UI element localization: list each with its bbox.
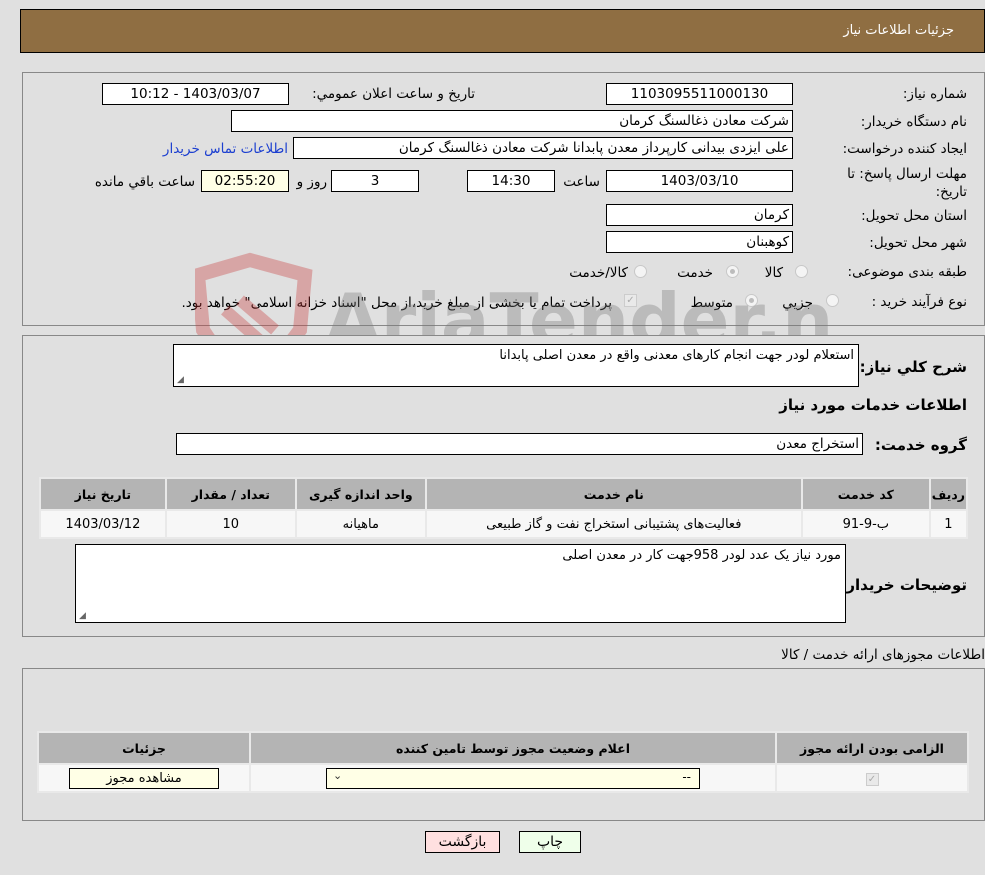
col-row-number: ردیف xyxy=(928,477,969,511)
process-radio-minor[interactable] xyxy=(826,294,839,307)
process-radio-medium[interactable] xyxy=(745,294,758,307)
general-description-text: استعلام لودر جهت انجام کارهای معدنی واقع… xyxy=(499,348,854,363)
col-permit-details: جزئیات xyxy=(37,731,251,765)
col-unit: واحد اندازه گیری xyxy=(294,477,427,511)
col-service-code: کد خدمت xyxy=(800,477,931,511)
city-label: شهر محل تحویل: xyxy=(869,235,967,251)
deadline-label-line1: مهلت ارسال پاسخ: تا xyxy=(847,166,967,182)
service-group-label: گروه خدمت: xyxy=(874,436,967,454)
province-field: کرمان xyxy=(606,204,793,226)
treasury-note: پرداخت تمام یا بخشی از مبلغ خرید،از محل … xyxy=(181,295,612,311)
general-description-label: شرح کلي نياز: xyxy=(859,358,967,376)
service-group-field: استخراج معدن xyxy=(176,433,863,455)
process-label: نوع فرآیند خرید : xyxy=(871,294,967,310)
deadline-time-field: 14:30 xyxy=(467,170,555,192)
col-quantity: تعداد / مقدار xyxy=(164,477,297,511)
deadline-label-line2: تاریخ: xyxy=(935,184,967,200)
cell-permit-status: -- ⌄ xyxy=(249,763,777,793)
announce-label: تاریخ و ساعت اعلان عمومي: xyxy=(312,86,475,102)
services-table: ردیف کد خدمت نام خدمت واحد اندازه گیری ت… xyxy=(39,477,969,539)
deadline-date-field: 1403/03/10 xyxy=(606,170,793,192)
permit-status-select[interactable]: -- ⌄ xyxy=(326,767,700,789)
cell-service-code: ب-9-91 xyxy=(800,509,931,539)
page-header: جزئيات اطلاعات نياز xyxy=(20,9,985,53)
table-row: 1 ب-9-91 فعالیت‌های پشتیبانی استخراج نفت… xyxy=(39,509,969,539)
creator-field: علی ایزدی بیدانی کارپرداز معدن پابدانا ش… xyxy=(293,137,793,159)
table-row: ✓ -- ⌄ مشاهده مجوز xyxy=(37,763,969,793)
services-section-title: اطلاعات خدمات مورد نیاز xyxy=(779,396,967,414)
permit-required-checkbox[interactable]: ✓ xyxy=(865,772,879,786)
cell-unit: ماهیانه xyxy=(294,509,427,539)
permits-table-header: الزامی بودن ارائه مجوز اعلام وضعیت مجوز … xyxy=(37,731,969,765)
resize-grip-icon[interactable]: ◢ xyxy=(177,375,184,385)
process-option-minor: جزيي xyxy=(782,295,813,311)
need-number-field: 1103095511000130 xyxy=(606,83,793,105)
cell-row-number: 1 xyxy=(928,509,969,539)
cell-permit-required: ✓ xyxy=(775,763,969,793)
buyer-org-field: شرکت معادن ذغالسنگ کرمان xyxy=(231,110,793,132)
creator-label: ایجاد کننده درخواست: xyxy=(842,141,967,157)
buyer-org-label: نام دستگاه خریدار: xyxy=(860,114,967,130)
category-option-goods-service: کالا/خدمت xyxy=(569,265,628,281)
general-description-field[interactable]: استعلام لودر جهت انجام کارهای معدنی واقع… xyxy=(173,344,859,387)
services-table-header: ردیف کد خدمت نام خدمت واحد اندازه گیری ت… xyxy=(39,477,969,511)
buyer-contact-link[interactable]: اطلاعات تماس خریدار xyxy=(163,141,288,157)
category-radio-goods[interactable] xyxy=(795,265,808,278)
page-title: جزئيات اطلاعات نياز xyxy=(843,23,954,38)
cell-need-date: 1403/03/12 xyxy=(39,509,167,539)
city-field: کوهبنان xyxy=(606,231,793,253)
remaining-time-label: ساعت باقي مانده xyxy=(94,174,195,190)
col-permit-status: اعلام وضعیت مجوز توسط تامین کننده xyxy=(249,731,777,765)
buyer-notes-label: توضیحات خریدار: xyxy=(840,576,967,594)
chevron-down-icon: ⌄ xyxy=(333,768,343,782)
print-button[interactable]: چاپ xyxy=(519,831,581,853)
cell-quantity: 10 xyxy=(164,509,297,539)
cell-permit-details: مشاهده مجوز xyxy=(37,763,251,793)
buyer-notes-text: مورد نیاز یک عدد لودر 958جهت کار در معدن… xyxy=(562,548,841,563)
category-radio-goods-service[interactable] xyxy=(634,265,647,278)
cell-service-name: فعالیت‌های پشتیبانی استخراج نفت و گاز طب… xyxy=(424,509,803,539)
back-button[interactable]: بازگشت xyxy=(425,831,500,853)
category-radio-service[interactable] xyxy=(726,265,739,278)
process-option-medium: متوسط xyxy=(690,295,733,311)
need-number-label: شماره نیاز: xyxy=(902,86,967,102)
permits-section-title: اطلاعات مجوزهای ارائه خدمت / کالا xyxy=(781,647,985,663)
deadline-time-label: ساعت xyxy=(563,174,600,190)
category-option-goods: کالا xyxy=(764,265,783,281)
permits-table: الزامی بودن ارائه مجوز اعلام وضعیت مجوز … xyxy=(37,731,969,793)
resize-grip-icon[interactable]: ◢ xyxy=(79,611,86,621)
category-label: طبقه بندی موضوعی: xyxy=(847,264,967,280)
announce-datetime-field: 1403/03/07 - 10:12 xyxy=(102,83,289,105)
col-need-date: تاریخ نیاز xyxy=(39,477,167,511)
province-label: استان محل تحویل: xyxy=(861,208,967,224)
permit-status-value: -- xyxy=(682,769,691,784)
days-remaining-field: 3 xyxy=(331,170,419,192)
remaining-time-field: 02:55:20 xyxy=(201,170,289,192)
view-permit-button[interactable]: مشاهده مجوز xyxy=(69,767,219,789)
category-option-service: خدمت xyxy=(677,265,713,281)
col-service-name: نام خدمت xyxy=(424,477,803,511)
col-permit-required: الزامی بودن ارائه مجوز xyxy=(775,731,969,765)
buyer-notes-field[interactable]: مورد نیاز یک عدد لودر 958جهت کار در معدن… xyxy=(75,544,846,623)
deadline-label: مهلت ارسال پاسخ: تا تاریخ: xyxy=(847,165,967,201)
treasury-checkbox[interactable]: ✓ xyxy=(624,294,637,307)
days-label: روز و xyxy=(296,174,327,190)
